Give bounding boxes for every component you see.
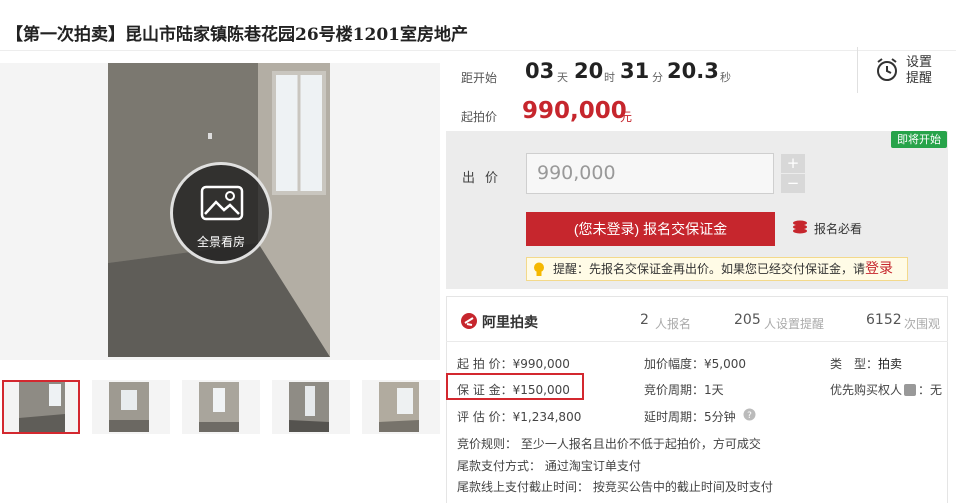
page-title: 【第一次拍卖】昆山市陆家镇陈巷花园26号楼1201室房地产 [6, 25, 468, 45]
detail-type-value: 拍卖 [878, 357, 903, 371]
status-badge: 即将开始 [891, 131, 947, 148]
detail-rule: 竞价规则： 至少一人报名且出价不低于起拍价，方可成交 [457, 437, 761, 451]
countdown-days-unit: 天 [557, 71, 568, 84]
countdown-minutes: 31 [620, 59, 650, 83]
countdown-minutes-unit: 分 [652, 71, 663, 84]
thumbnail-4[interactable] [272, 380, 350, 434]
login-hint: 提醒：先报名交保证金再出价。如果您已经交付保证金，请登录 [526, 257, 908, 281]
set-reminder-label: 设置提醒 [906, 55, 933, 86]
countdown-seconds: 20.3 [667, 59, 719, 83]
view-label: 次围观 [904, 317, 941, 331]
bid-amount-input[interactable]: 990,000 [526, 153, 774, 194]
panorama-button[interactable]: 全景看房 [170, 162, 272, 264]
detail-appraisal: 评 估 价：¥1,234,800 [457, 410, 582, 424]
detail-payment: 尾款支付方式： 通过淘宝订单支付 [457, 459, 641, 473]
thumbnail-5[interactable] [362, 380, 440, 434]
detail-delay: 延时周期：5分钟 [644, 410, 736, 424]
detail-start-price: 起 拍 价：¥990,000 [457, 357, 570, 371]
svg-text:?: ? [747, 411, 752, 421]
bid-label: 出价 [462, 171, 509, 186]
coins-icon [793, 220, 807, 234]
registrant-count: 2 [640, 312, 649, 328]
detail-deadline: 尾款线上支付截止时间： 按竞买公告中的截止时间及时支付 [457, 480, 773, 494]
thumbnail-3[interactable] [182, 380, 260, 434]
detail-cycle: 竞价周期：1天 [644, 383, 724, 397]
title-divider [0, 50, 956, 51]
thumbnail-1[interactable] [2, 380, 80, 434]
view-count: 6152 [866, 312, 902, 328]
start-price-unit: 元 [620, 110, 633, 124]
thumbnail-2[interactable] [92, 380, 170, 434]
ali-auction-logo: 阿里拍卖 [482, 315, 538, 331]
alarm-clock-icon [877, 58, 897, 81]
countdown-hours-unit: 时 [604, 71, 615, 84]
hint-text: 提醒：先报名交保证金再出价。如果您已经交付保证金，请 [553, 262, 866, 276]
registration-guide-link[interactable]: 报名必看 [814, 220, 862, 237]
decrease-bid-button[interactable]: − [781, 174, 805, 193]
detail-type-label: 类 型： [830, 357, 879, 371]
detail-priority-value: ：无 [918, 383, 943, 397]
increase-bid-button[interactable]: + [781, 154, 805, 173]
start-price-value: 990,000 [522, 98, 627, 124]
info-badge-icon [904, 384, 917, 396]
start-price-label: 起拍价 [461, 110, 498, 124]
ali-auction-logo-icon [461, 313, 477, 329]
detail-increment: 加价幅度：¥5,000 [644, 357, 746, 371]
lightbulb-icon [534, 262, 544, 276]
set-reminder-button[interactable]: 设置提醒 [857, 47, 947, 93]
countdown-label: 距开始 [461, 71, 498, 85]
detail-type: 类 型：拍卖 [830, 355, 902, 372]
registrant-label: 人报名 [655, 317, 692, 331]
panorama-label: 全景看房 [196, 235, 245, 249]
detail-priority: 优先购买权人 ：无 [830, 381, 942, 398]
register-deposit-button[interactable]: (您未登录) 报名交保证金 [526, 212, 775, 246]
deposit-highlight-box [446, 373, 584, 400]
info-divider [446, 341, 948, 342]
login-link[interactable]: 登录 [865, 261, 893, 277]
countdown-hours: 20 [574, 59, 604, 83]
help-icon[interactable]: ? [743, 408, 756, 421]
countdown-seconds-unit: 秒 [720, 71, 731, 84]
countdown-days: 03 [525, 59, 555, 83]
image-icon [200, 185, 244, 221]
reminder-count: 205 [734, 312, 761, 328]
reminder-label: 人设置提醒 [764, 317, 825, 331]
detail-priority-label: 优先购买权人 [830, 383, 903, 397]
